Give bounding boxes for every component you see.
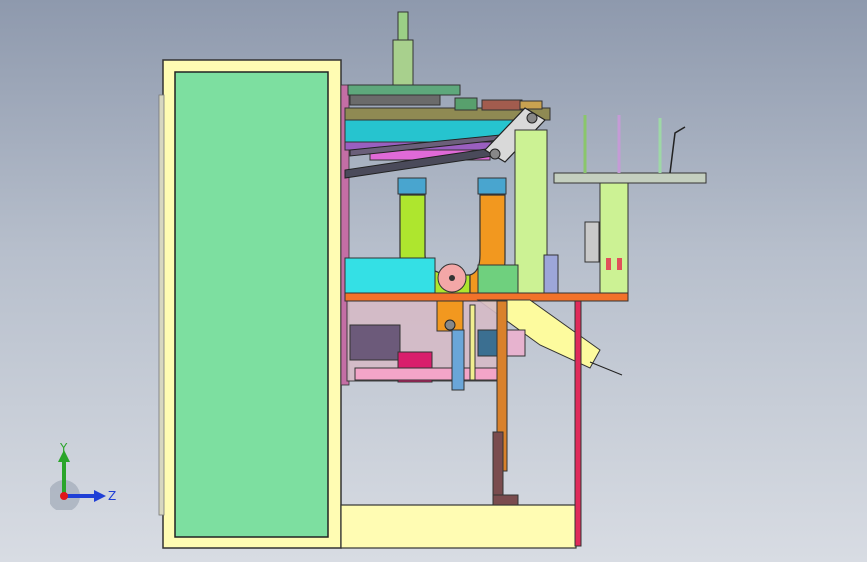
- cad-viewport[interactable]: Y Z: [0, 0, 867, 562]
- lower-block-dark[interactable]: [349, 324, 401, 361]
- base-plate[interactable]: [340, 504, 577, 549]
- cylinder-red[interactable]: [481, 99, 523, 111]
- shaft-yellow[interactable]: [469, 304, 476, 381]
- shaft-pink[interactable]: [354, 367, 506, 381]
- rocker-pivot-lower[interactable]: [489, 148, 501, 160]
- spring-box[interactable]: [454, 97, 478, 111]
- rocker-pivot[interactable]: [526, 112, 538, 124]
- cabinet-panel[interactable]: [174, 71, 329, 538]
- right-tower[interactable]: [599, 182, 629, 294]
- upright-lightgreen[interactable]: [514, 129, 548, 296]
- gauge-block[interactable]: [584, 221, 600, 263]
- foot-brown[interactable]: [492, 494, 519, 506]
- cylinder-gold[interactable]: [519, 100, 543, 110]
- green-block[interactable]: [477, 264, 519, 296]
- top-spindle-body[interactable]: [392, 39, 414, 89]
- support-brown[interactable]: [492, 431, 504, 501]
- x-axis-icon: [60, 492, 68, 500]
- roller-pink[interactable]: [504, 329, 526, 357]
- cyan-table[interactable]: [344, 257, 436, 299]
- right-slot-1: [606, 258, 611, 270]
- top-plate-green[interactable]: [347, 84, 461, 96]
- right-slot-2: [617, 258, 622, 270]
- support-hub-bolt[interactable]: [444, 319, 456, 331]
- y-axis-label: Y: [59, 441, 68, 455]
- support-red[interactable]: [574, 300, 582, 547]
- grip-block-left[interactable]: [397, 177, 427, 195]
- view-orientation-triad: Y Z: [50, 441, 116, 510]
- tensioner[interactable]: [451, 329, 465, 391]
- machine-assembly-model[interactable]: [0, 0, 867, 562]
- cabinet-edge-strip: [158, 94, 165, 516]
- top-plate-dark[interactable]: [349, 94, 441, 106]
- z-axis-label: Z: [108, 489, 116, 503]
- right-rail[interactable]: [553, 172, 707, 184]
- u-arm-hub-center: [449, 275, 455, 281]
- hook-wire: [669, 126, 686, 174]
- chute-wire: [589, 361, 623, 376]
- top-spindle[interactable]: [397, 11, 409, 43]
- upright-lavender[interactable]: [543, 254, 559, 296]
- grip-block-right[interactable]: [477, 177, 507, 195]
- z-axis-arrow-icon: [94, 490, 106, 502]
